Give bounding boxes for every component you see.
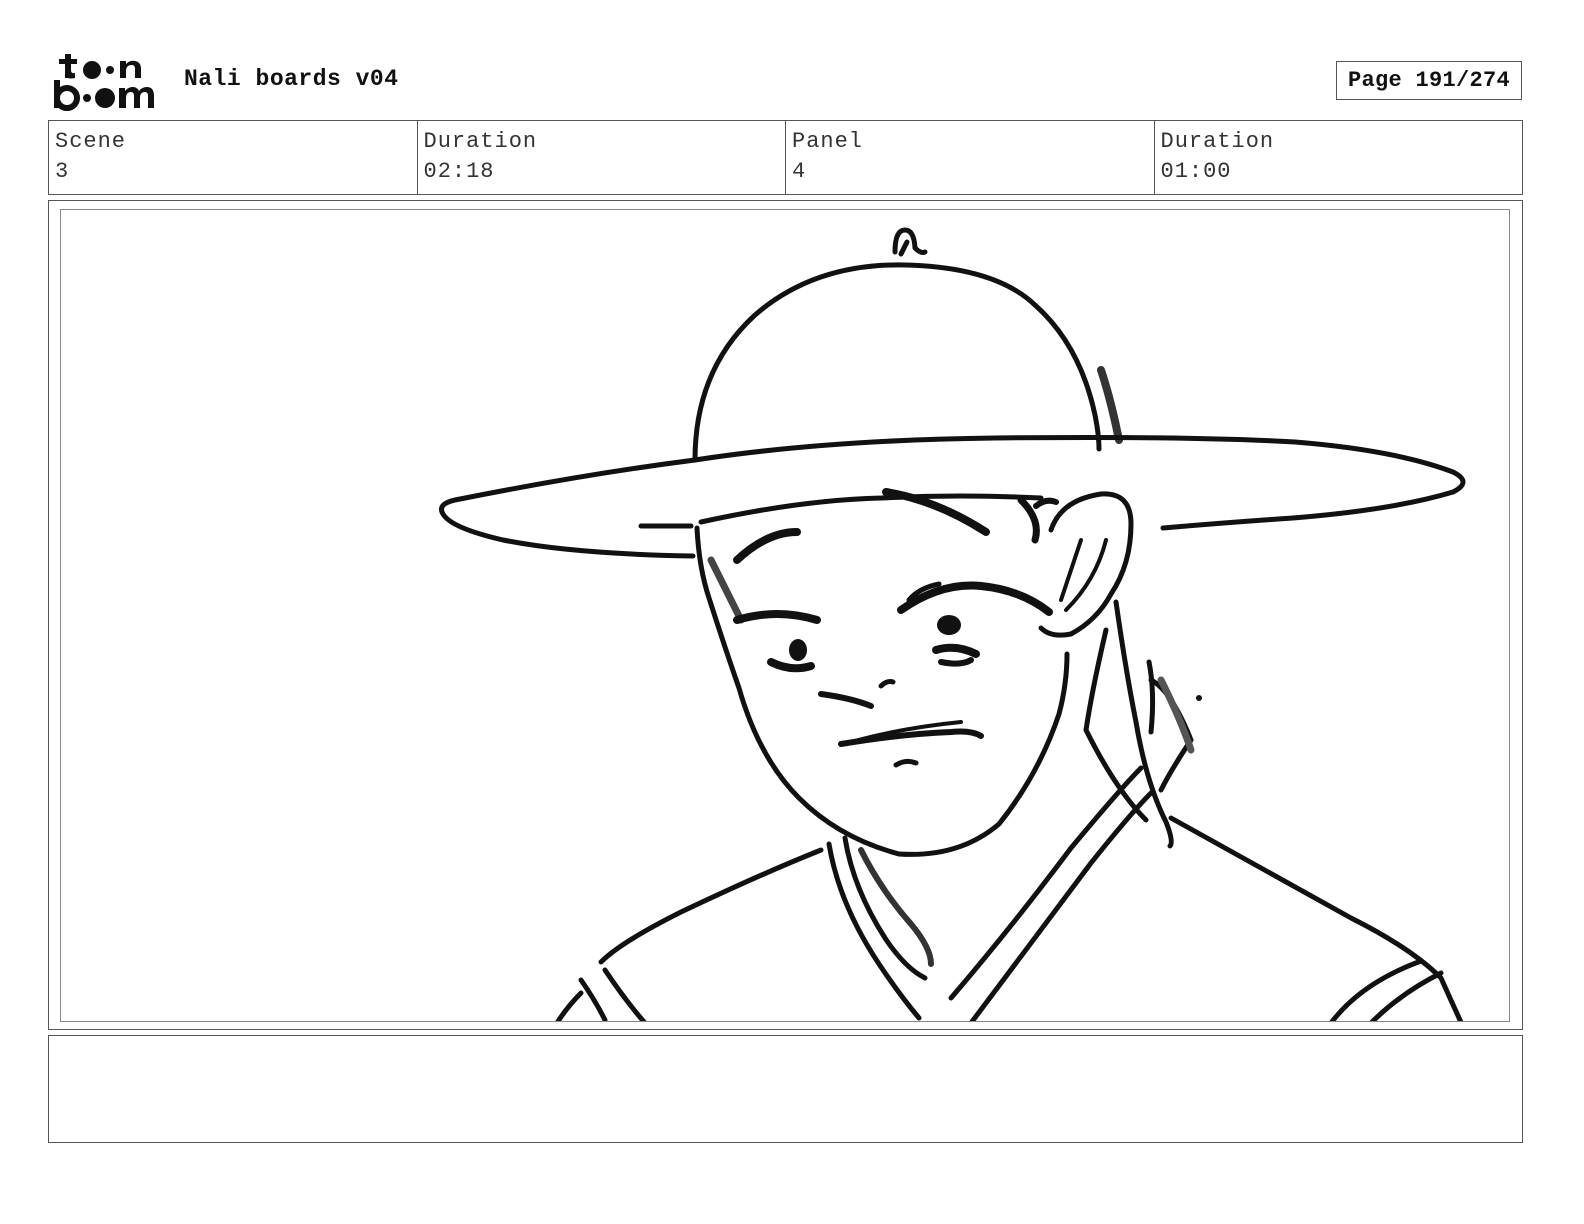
scene-value: 3 — [55, 159, 70, 184]
storyboard-sketch-icon — [439, 227, 1466, 1021]
scene-label: Scene — [55, 129, 127, 154]
panel-duration-label: Duration — [1160, 129, 1275, 154]
scene-duration-label: Duration — [423, 129, 538, 154]
toon-boom-logo-icon — [54, 54, 154, 111]
scene-duration-cell: Duration 02:18 — [418, 121, 786, 194]
page-indicator: Page 191/274 — [1336, 61, 1522, 100]
panel-frame — [48, 200, 1523, 1030]
document-title: Nali boards v04 — [184, 66, 399, 92]
panel-duration-value: 01:00 — [1160, 159, 1232, 184]
panel-cell: Panel 4 — [786, 121, 1155, 194]
panel-info-table: Scene 3 Duration 02:18 Panel 4 Duration … — [48, 120, 1523, 195]
panel-value: 4 — [792, 159, 807, 184]
panel-label: Panel — [792, 129, 864, 154]
panel-image — [60, 209, 1510, 1022]
scene-cell: Scene 3 — [49, 121, 418, 194]
panel-notes-box — [48, 1035, 1523, 1143]
panel-duration-cell: Duration 01:00 — [1155, 121, 1523, 194]
scene-duration-value: 02:18 — [423, 159, 495, 184]
